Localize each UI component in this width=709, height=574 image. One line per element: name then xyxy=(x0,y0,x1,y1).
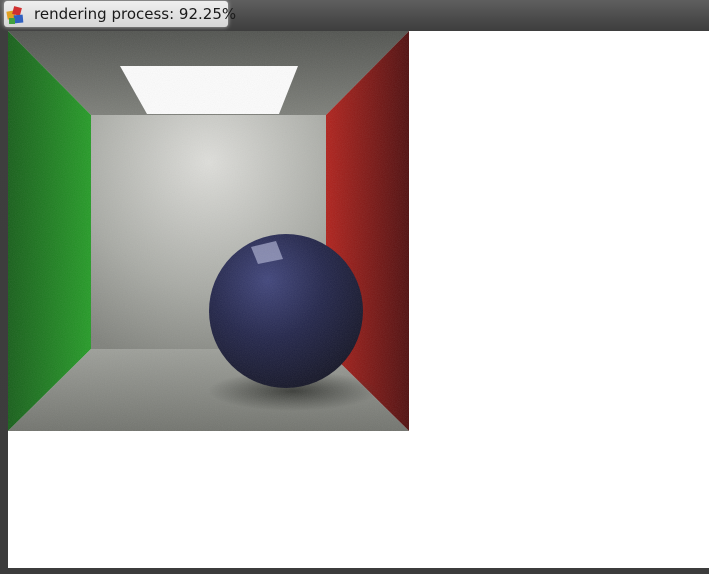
client-area xyxy=(8,31,709,568)
render-canvas xyxy=(8,31,409,431)
app-icon[interactable] xyxy=(5,4,27,26)
window-title: rendering process: 92.25% xyxy=(34,5,237,23)
title-bar[interactable]: rendering process: 92.25% xyxy=(0,0,709,31)
render-window: rendering process: 92.25% xyxy=(0,0,709,574)
window-bottom-border xyxy=(0,568,709,574)
render-noise xyxy=(8,31,409,431)
